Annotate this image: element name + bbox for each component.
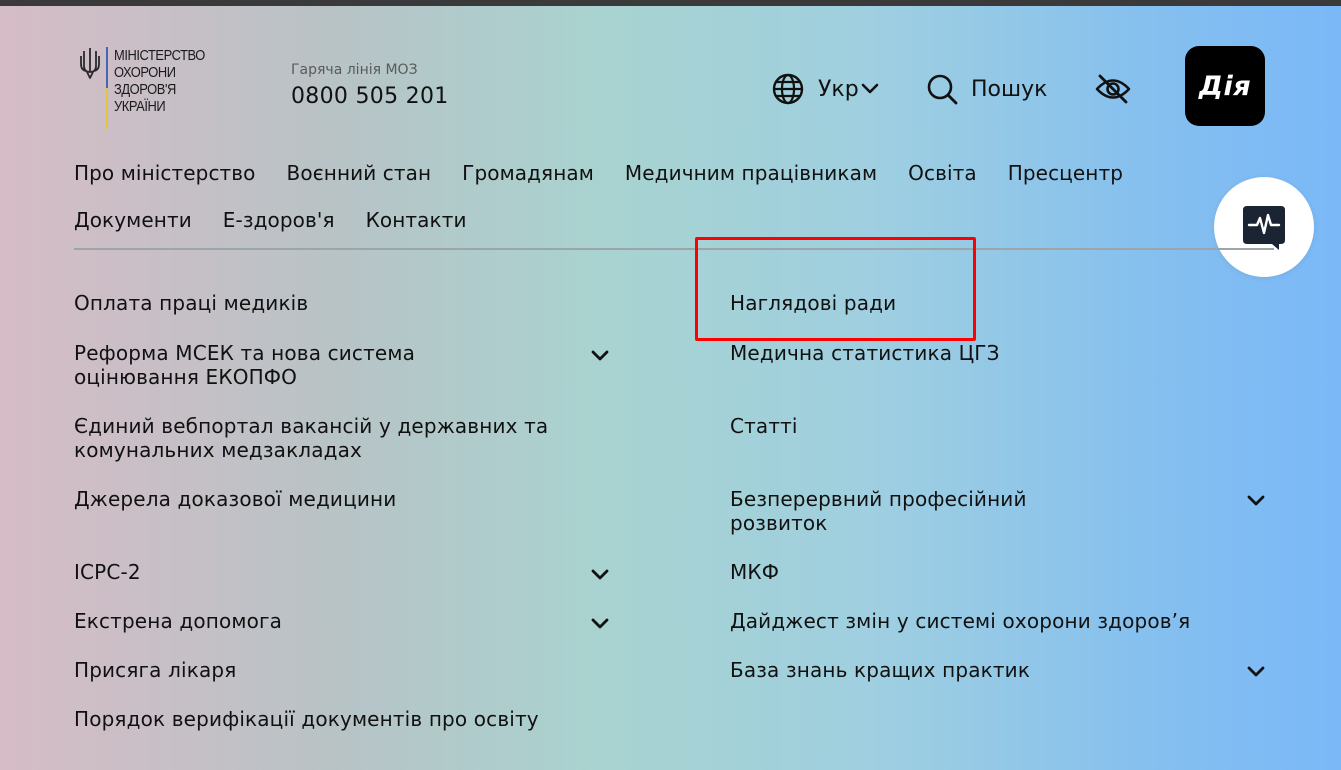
nav-item-about[interactable]: Про міністерство (74, 161, 256, 185)
chevron-down-icon[interactable] (1246, 665, 1266, 679)
accessibility-toggle[interactable] (1095, 70, 1131, 108)
logo-line: здоров'я (114, 81, 176, 98)
diia-button[interactable]: Дія (1185, 46, 1265, 126)
main-navigation: Про міністерство Воєнний стан Громадянам… (74, 157, 1204, 251)
submenu-item-healthcare-digest[interactable]: Дайджест змін у системі охорони здоров’я (730, 609, 1230, 633)
moz-logo[interactable]: Міністерство охорони здоров'я України (80, 47, 234, 129)
nav-item-documents[interactable]: Документи (74, 208, 192, 232)
submenu-item-medical-statistics[interactable]: Медична статистика ЦГЗ (730, 341, 1230, 365)
submenu-item-line: Єдиний вебпортал вакансій у державних та (74, 414, 549, 438)
language-switcher[interactable]: Укр (772, 70, 879, 108)
submenu-item-line: Реформа МСЕК та нова система (74, 341, 415, 365)
submenu-item-line: розвиток (730, 511, 828, 535)
main-nav-row: Документи Е-здоров'я Контакти (74, 204, 1204, 236)
chevron-down-icon (861, 83, 878, 94)
nav-item-press-center[interactable]: Пресцентр (1008, 161, 1123, 185)
window-top-bar (0, 0, 1341, 6)
submenu-item-articles[interactable]: Статті (730, 414, 1230, 438)
submenu-item-emergency-care[interactable]: Екстрена допомога (74, 609, 574, 633)
nav-item-medical-workers[interactable]: Медичним працівникам (625, 161, 877, 185)
hotline-label: Гаряча лінія МОЗ (291, 62, 418, 78)
submenu-item-medics-pay[interactable]: Оплата праці медиків (74, 291, 574, 315)
search-icon (927, 74, 958, 105)
nav-item-education[interactable]: Освіта (908, 161, 977, 185)
search-label: Пошук (971, 76, 1048, 102)
logo-text: Міністерство охорони здоров'я України (114, 47, 217, 129)
hotline: Гаряча лінія МОЗ 0800 505 201 (291, 60, 449, 109)
highlight-box (695, 237, 976, 341)
submenu-item-line: комунальних медзакладах (74, 438, 363, 462)
logo-line: охорони (114, 64, 176, 81)
nav-item-martial-law[interactable]: Воєнний стан (287, 161, 432, 185)
submenu-item-icpc2[interactable]: ICPC-2 (74, 560, 574, 584)
eye-off-icon (1095, 74, 1131, 104)
chevron-down-icon[interactable] (590, 617, 610, 631)
chevron-down-icon[interactable] (590, 349, 610, 363)
submenu-item-professional-development[interactable]: Безперервний професійний розвиток (730, 487, 1230, 535)
submenu-item-evidence-medicine[interactable]: Джерела доказової медицини (74, 487, 574, 511)
chevron-down-icon[interactable] (1246, 494, 1266, 508)
logo-line: Міністерство (114, 47, 205, 64)
nav-item-e-health[interactable]: Е-здоров'я (223, 208, 335, 232)
search-button[interactable]: Пошук (926, 70, 1047, 108)
submenu-item-vacancies-portal[interactable]: Єдиний вебпортал вакансій у державних та… (74, 414, 574, 462)
nav-item-contacts[interactable]: Контакти (366, 208, 467, 232)
submenu-item-msek-reform[interactable]: Реформа МСЕК та нова система оцінювання … (74, 341, 574, 389)
logo-color-bar (106, 47, 108, 129)
nav-divider (74, 248, 1274, 250)
diia-label: Дія (1198, 70, 1252, 102)
submenu-item-doctors-oath[interactable]: Присяга лікаря (74, 658, 574, 682)
submenu-item-line: Безперервний професійний (730, 487, 1027, 511)
submenu-item-icf[interactable]: МКФ (730, 560, 1230, 584)
chevron-down-icon[interactable] (590, 568, 610, 582)
trident-icon (80, 48, 100, 79)
globe-icon (772, 73, 804, 105)
submenu-item-line: оцінювання ЕКОПФО (74, 365, 298, 389)
language-label: Укр (818, 76, 859, 102)
chat-pulse-icon (1243, 206, 1285, 250)
main-nav-row: Про міністерство Воєнний стан Громадянам… (74, 157, 1204, 189)
logo-line: України (114, 98, 166, 115)
hotline-phone[interactable]: 0800 505 201 (291, 84, 449, 109)
submenu-item-document-verification[interactable]: Порядок верифікації документів про освіт… (74, 707, 614, 731)
submenu-item-best-practices[interactable]: База знань кращих практик (730, 658, 1230, 682)
chat-button[interactable] (1214, 177, 1314, 277)
nav-item-citizens[interactable]: Громадянам (462, 161, 594, 185)
